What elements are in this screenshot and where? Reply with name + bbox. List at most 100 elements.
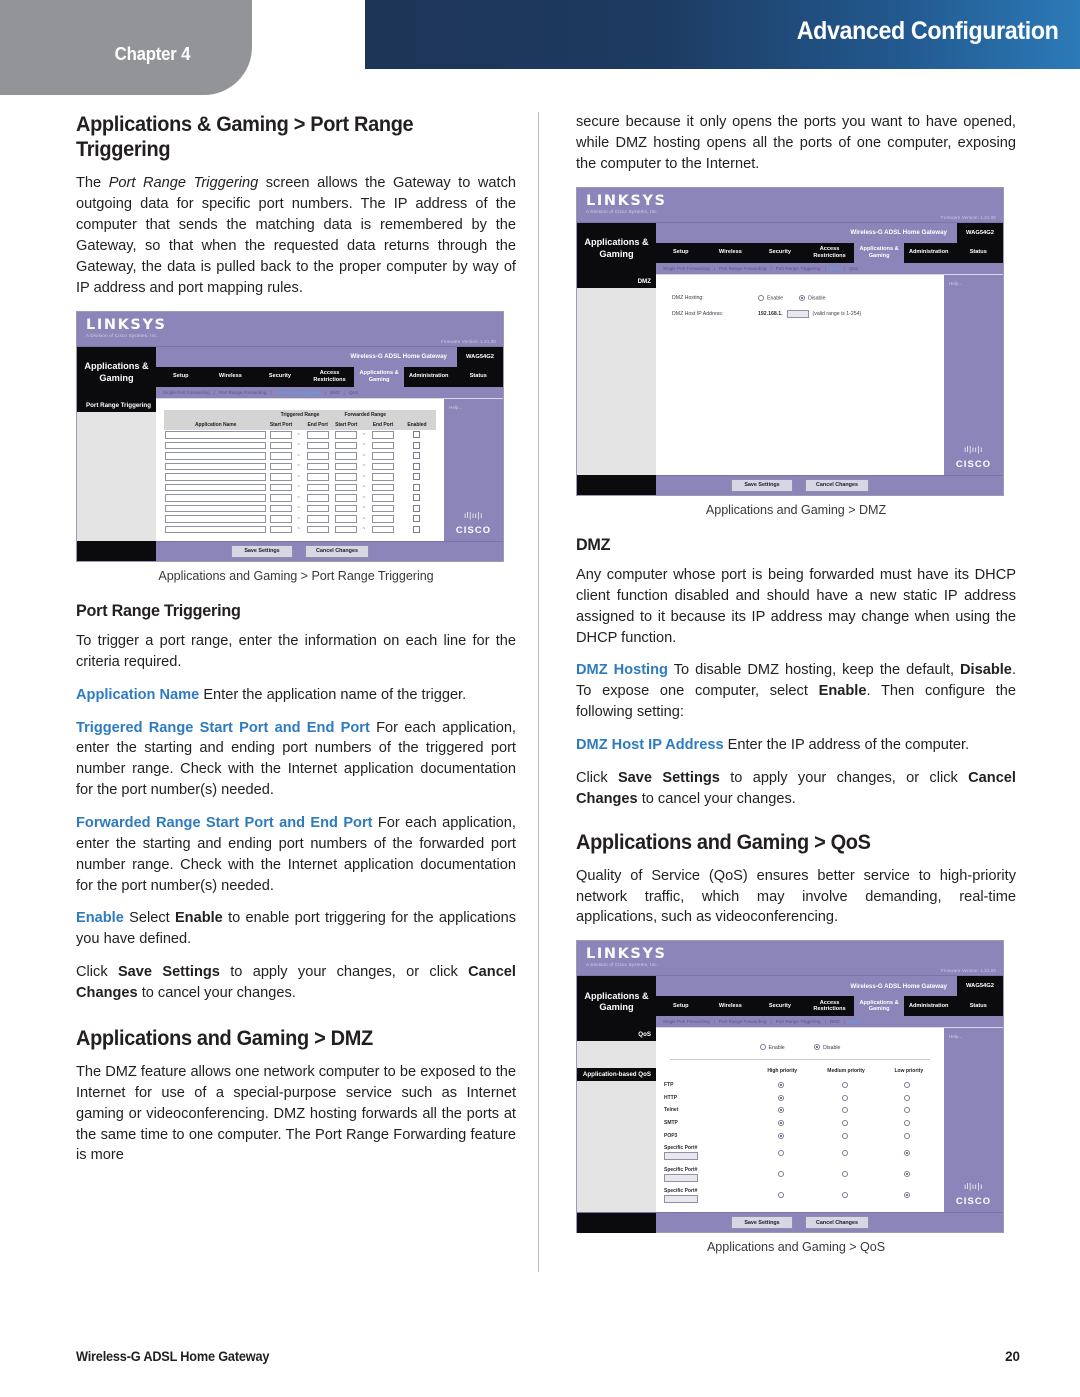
- qos-low-cell[interactable]: [882, 1079, 936, 1092]
- qos-medium-cell[interactable]: [810, 1079, 881, 1092]
- router-tabs[interactable]: Setup Wireless Security Access Restricti…: [156, 366, 503, 387]
- radio-high-icon[interactable]: [777, 1120, 784, 1126]
- qos-specific-port-input[interactable]: [664, 1152, 698, 1161]
- radio-medium-icon[interactable]: [841, 1192, 848, 1199]
- fwd-end-port-input[interactable]: [371, 431, 394, 439]
- tab-wireless[interactable]: Wireless: [706, 996, 756, 1016]
- tab-administration[interactable]: Administration: [904, 243, 954, 263]
- tab-security[interactable]: Security: [755, 243, 805, 263]
- enabled-checkbox[interactable]: [413, 504, 421, 512]
- table-row[interactable]: ~ ~: [164, 514, 436, 525]
- cancel-changes-button[interactable]: Cancel Changes: [305, 544, 369, 558]
- fwd-start-port-input[interactable]: [335, 515, 358, 523]
- trig-end-port-input[interactable]: [306, 473, 329, 481]
- tab-security[interactable]: Security: [755, 996, 805, 1016]
- fwd-end-port-input[interactable]: [371, 504, 394, 513]
- subtab-single-port-forwarding[interactable]: Single Port Forwarding: [159, 390, 214, 395]
- qos-medium-cell[interactable]: [810, 1104, 881, 1117]
- app-name-input[interactable]: [165, 462, 267, 471]
- app-name-input[interactable]: [165, 504, 267, 513]
- app-name-input[interactable]: [165, 483, 267, 492]
- fwd-start-port-input[interactable]: [335, 504, 358, 513]
- trig-start-port-input[interactable]: [269, 504, 292, 513]
- table-row[interactable]: ~ ~: [164, 461, 436, 472]
- trig-end-port-input[interactable]: [306, 452, 329, 460]
- qos-enable-option[interactable]: Enable: [759, 1044, 785, 1051]
- subtab-qos[interactable]: QoS: [845, 1019, 862, 1024]
- trig-start-port-input[interactable]: [269, 515, 292, 523]
- router-tabs[interactable]: Setup Wireless Security Access Restricti…: [656, 996, 1003, 1017]
- trig-end-port-input[interactable]: [306, 441, 329, 450]
- subtab-single-port-forwarding[interactable]: Single Port Forwarding: [659, 266, 714, 271]
- app-name-input[interactable]: [165, 515, 267, 523]
- fwd-end-port-input[interactable]: [371, 441, 394, 450]
- qos-low-cell[interactable]: [882, 1185, 936, 1206]
- enabled-checkbox[interactable]: [413, 525, 421, 533]
- router-subtabs[interactable]: Single Port Forwarding | Port Range Forw…: [156, 386, 503, 399]
- radio-medium-icon[interactable]: [841, 1171, 848, 1178]
- fwd-start-port-input[interactable]: [335, 462, 358, 471]
- enabled-checkbox[interactable]: [413, 452, 421, 460]
- help-label[interactable]: Help...: [944, 275, 1003, 286]
- qos-specific-port-input[interactable]: [664, 1173, 698, 1182]
- trig-end-port-input[interactable]: [306, 515, 329, 523]
- qos-high-cell[interactable]: [754, 1164, 810, 1185]
- trig-start-port-input[interactable]: [269, 431, 292, 439]
- fwd-end-port-input[interactable]: [371, 462, 394, 471]
- tab-applications-gaming[interactable]: Applications & Gaming: [854, 996, 904, 1017]
- table-row[interactable]: ~ ~: [164, 472, 436, 483]
- fwd-start-port-input[interactable]: [335, 452, 358, 460]
- tab-applications-gaming[interactable]: Applications & Gaming: [354, 366, 404, 387]
- dmz-enable-option[interactable]: Enable: [758, 294, 783, 301]
- fwd-end-port-input[interactable]: [371, 494, 394, 502]
- cancel-changes-button[interactable]: Cancel Changes: [805, 478, 869, 492]
- trig-start-port-input[interactable]: [269, 483, 292, 492]
- qos-medium-cell[interactable]: [810, 1130, 881, 1143]
- qos-high-cell[interactable]: [754, 1091, 810, 1104]
- enabled-checkbox[interactable]: [413, 515, 421, 523]
- qos-high-cell[interactable]: [754, 1185, 810, 1206]
- qos-low-cell[interactable]: [882, 1142, 936, 1163]
- qos-low-cell[interactable]: [882, 1091, 936, 1104]
- qos-medium-cell[interactable]: [810, 1091, 881, 1104]
- subtab-port-range-triggering[interactable]: Port Range Triggering: [772, 266, 825, 271]
- radio-disable-icon[interactable]: [814, 1044, 821, 1051]
- fwd-end-port-input[interactable]: [371, 473, 394, 481]
- radio-enable-icon[interactable]: [758, 294, 764, 301]
- radio-low-icon[interactable]: [904, 1107, 911, 1114]
- app-name-input[interactable]: [165, 452, 267, 460]
- app-name-input[interactable]: [165, 431, 267, 439]
- enabled-checkbox[interactable]: [413, 494, 421, 502]
- tab-status[interactable]: Status: [953, 996, 1003, 1016]
- trig-start-port-input[interactable]: [269, 452, 292, 460]
- qos-high-cell[interactable]: [754, 1117, 810, 1130]
- radio-high-icon[interactable]: [777, 1192, 784, 1199]
- radio-medium-icon[interactable]: [841, 1094, 848, 1101]
- qos-specific-port-input[interactable]: [664, 1195, 698, 1204]
- qos-high-cell[interactable]: [754, 1130, 810, 1143]
- app-name-input[interactable]: [165, 473, 267, 481]
- enabled-checkbox[interactable]: [413, 431, 421, 439]
- fwd-start-port-input[interactable]: [335, 441, 358, 450]
- radio-disable-icon[interactable]: [799, 294, 806, 301]
- tab-administration[interactable]: Administration: [404, 367, 454, 387]
- table-row[interactable]: ~ ~: [164, 503, 436, 514]
- dmz-disable-option[interactable]: Disable: [799, 294, 825, 301]
- subtab-qos[interactable]: QoS: [845, 266, 862, 271]
- fwd-end-port-input[interactable]: [371, 483, 394, 492]
- radio-low-icon[interactable]: [904, 1132, 911, 1139]
- trig-end-port-input[interactable]: [306, 525, 329, 534]
- cancel-changes-button[interactable]: Cancel Changes: [805, 1216, 869, 1230]
- enabled-checkbox[interactable]: [413, 483, 421, 491]
- save-settings-button[interactable]: Save Settings: [731, 1216, 794, 1230]
- help-label[interactable]: Help...: [444, 399, 503, 410]
- fwd-end-port-input[interactable]: [371, 525, 394, 534]
- qos-medium-cell[interactable]: [810, 1142, 881, 1163]
- fwd-end-port-input[interactable]: [371, 515, 394, 523]
- qos-high-cell[interactable]: [754, 1142, 810, 1163]
- radio-high-icon[interactable]: [777, 1132, 784, 1139]
- tab-administration[interactable]: Administration: [904, 996, 954, 1016]
- router-subtabs[interactable]: Single Port Forwarding | Port Range Forw…: [656, 262, 1003, 275]
- table-row[interactable]: ~ ~: [164, 493, 436, 504]
- trig-start-port-input[interactable]: [269, 494, 292, 502]
